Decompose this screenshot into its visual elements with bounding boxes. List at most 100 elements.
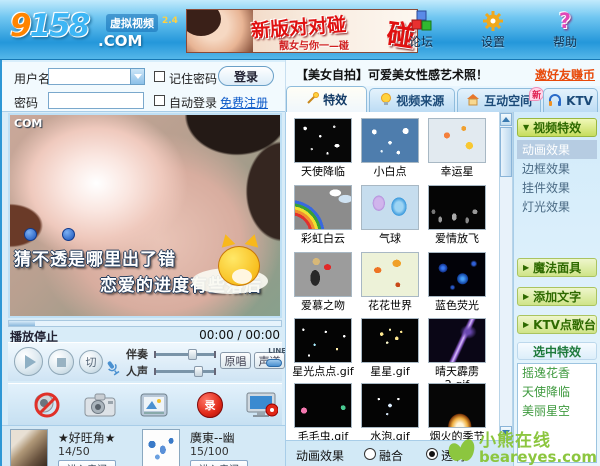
effect-thumbnail[interactable] [294, 318, 352, 363]
autologin-checkbox[interactable] [154, 95, 165, 106]
line-in-label: LINE [268, 347, 286, 355]
playback-progress-bar[interactable] [8, 320, 282, 327]
effect-thumbnail[interactable] [428, 318, 486, 363]
scroll-up-button[interactable] [500, 113, 512, 126]
news-ticker[interactable]: 【美女自拍】可爱美女性感艺术照！ [296, 66, 488, 83]
autologin-label: 自动登录 [169, 94, 217, 111]
sidebar-item-pendant[interactable]: 挂件效果 [517, 178, 597, 197]
grid-scrollbar[interactable] [499, 112, 513, 440]
watermark-site: beareyes.com [479, 450, 597, 465]
room-thumbnail[interactable] [10, 429, 48, 466]
scrollbar-thumb[interactable] [500, 127, 512, 177]
effect-thumbnail[interactable] [428, 185, 486, 230]
section-video-effects[interactable]: ▼ 视频特效 [517, 118, 597, 137]
switch-button[interactable]: 切 [79, 350, 103, 374]
chevron-right-icon: ▶ [523, 292, 529, 301]
progress-fill [9, 321, 35, 326]
ad-girl-photo [187, 10, 253, 53]
tab-effects[interactable]: 特效 [286, 86, 367, 112]
video-preview: COM 猜不透是哪里出了错 恋爱的进度有些落后 [8, 113, 282, 318]
transparent-radio[interactable] [426, 448, 438, 460]
effect-thumbnail[interactable] [361, 383, 419, 428]
gear-icon [472, 9, 514, 33]
logo-version: 2.4 [162, 16, 178, 26]
effect-label: 蓝色荧光 [425, 299, 489, 312]
cat-pendant-overlay [192, 236, 268, 294]
effect-label: 星光点点.gif [291, 365, 355, 378]
merge-label: 融合 [379, 447, 403, 464]
invite-friends-link[interactable]: 邀好友赚币 [535, 66, 595, 83]
player-controls: 切 伴奏 人声 原唱 声道 LINE [8, 342, 282, 381]
line-in-toggle[interactable] [266, 359, 282, 367]
ad-girl-hair [186, 9, 221, 36]
light-bulb-icon [380, 93, 392, 109]
slider-knob[interactable] [188, 349, 197, 360]
effect-thumbnail[interactable] [361, 185, 419, 230]
effect-thumbnail[interactable] [428, 252, 486, 297]
selected-effect[interactable]: 摇逸花香 [518, 364, 596, 383]
free-register-link[interactable]: 免费注册 [220, 94, 268, 111]
effect-thumbnail[interactable] [361, 252, 419, 297]
camera-icon [84, 392, 116, 418]
forum-button[interactable]: 论坛 [400, 9, 442, 50]
effect-thumbnail[interactable] [294, 118, 352, 163]
enter-room-button[interactable]: 进入房间 [190, 460, 248, 466]
merge-radio[interactable] [364, 448, 376, 460]
effect-thumbnail[interactable] [294, 185, 352, 230]
tab-video-source[interactable]: 视频来源 [369, 88, 455, 112]
selected-effect[interactable]: 美丽星空 [518, 402, 596, 421]
room-thumbnail[interactable] [142, 429, 180, 466]
login-button[interactable]: 登录 [218, 66, 274, 86]
ad-banner[interactable]: 新版对对碰 靓女与你一—碰 碰 [186, 9, 418, 53]
password-input[interactable] [48, 92, 144, 109]
tab-ktv[interactable]: KTV [543, 88, 598, 112]
play-icon [25, 355, 36, 369]
sidebar-item-light[interactable]: 灯光效果 [517, 197, 597, 216]
section-title: 魔法面具 [533, 259, 581, 276]
username-dropdown-button[interactable] [130, 68, 145, 85]
vocal-label: 人声 [126, 363, 148, 379]
record-button[interactable]: 录 [192, 389, 228, 421]
effect-thumbnail[interactable] [361, 118, 419, 163]
disable-camera-button[interactable] [28, 389, 64, 421]
app-window: 9158 .COM 虚拟视频 2.4 新版对对碰 靓女与你一—碰 碰 论坛 设置 [0, 0, 600, 466]
tab-effects-label: 特效 [323, 91, 347, 108]
effect-label: 星星.gif [358, 365, 422, 378]
effect-thumbnail[interactable] [428, 118, 486, 163]
vocal-slider[interactable] [156, 370, 214, 373]
settings-button[interactable]: 设置 [472, 9, 514, 50]
section-add-text[interactable]: ▶ 添加文字 [517, 287, 597, 306]
accompaniment-slider[interactable] [156, 353, 214, 356]
section-magic-mask[interactable]: ▶ 魔法面具 [517, 258, 597, 277]
original-vocal-button[interactable]: 原唱 [220, 352, 251, 369]
snapshot-button[interactable] [82, 389, 118, 421]
record-glyph: 录 [205, 397, 216, 413]
enter-room-button[interactable]: 进入房间 [58, 460, 116, 466]
effect-thumbnail[interactable] [361, 318, 419, 363]
section-ktv[interactable]: ▶ KTV点歌台 [517, 315, 597, 334]
sidebar-item-animation[interactable]: 动画效果 [517, 140, 597, 159]
slider-knob[interactable] [194, 366, 203, 377]
switch-label: 切 [86, 354, 97, 370]
section-title: 添加文字 [533, 288, 581, 305]
room-name: ★好旺角★ [58, 429, 116, 446]
effect-thumbnail[interactable] [294, 252, 352, 297]
stop-button[interactable] [48, 349, 74, 375]
selected-effect[interactable]: 天使降临 [518, 383, 596, 402]
sidebar-item-border[interactable]: 边框效果 [517, 159, 597, 178]
effect-label: 爱慕之吻 [291, 299, 355, 312]
chevron-down-icon: ▼ [523, 123, 529, 132]
effect-thumbnail[interactable] [294, 383, 352, 428]
effect-thumbnail[interactable] [428, 383, 486, 428]
cat-belly [232, 269, 252, 284]
room-name: 廣東--幽 [190, 429, 235, 446]
ad-subline: 靓女与你一—碰 [279, 37, 349, 52]
room-list: ★好旺角★ 14/50 进入房间 廣東--幽 15/100 进入房间 [2, 425, 285, 466]
help-button[interactable]: ? 帮助 [544, 9, 586, 50]
photo-frame-button[interactable] [136, 389, 172, 421]
screen-record-button[interactable] [244, 389, 280, 421]
effect-label: 爱情放飞 [425, 232, 489, 245]
remember-checkbox[interactable] [154, 71, 165, 82]
tab-interactive-space[interactable]: 互动空间 新 [457, 88, 541, 112]
play-button[interactable] [14, 347, 43, 376]
